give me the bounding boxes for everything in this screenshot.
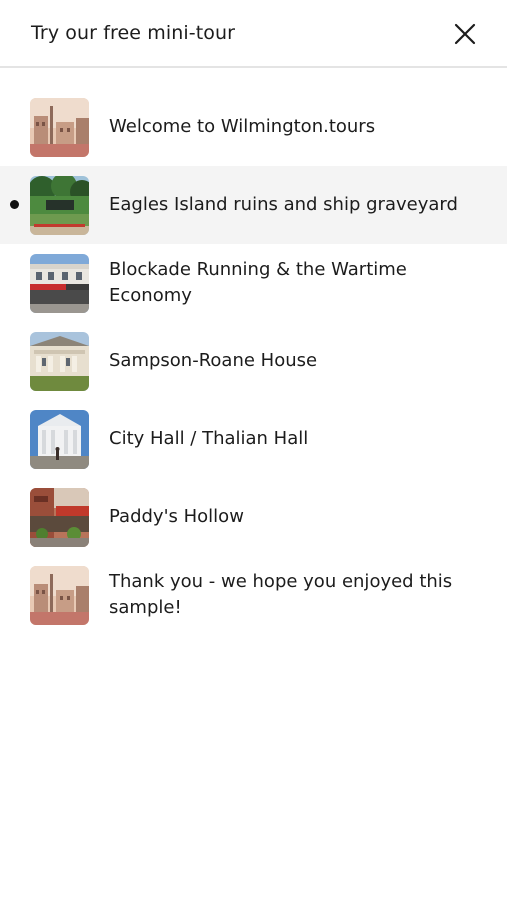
tour-stop-item[interactable]: Paddy's Hollow <box>0 478 507 556</box>
tour-header: Try our free mini-tour <box>0 0 507 68</box>
stop-thumbnail <box>30 254 89 313</box>
stop-title: Eagles Island ruins and ship graveyard <box>109 194 458 215</box>
stop-title: City Hall / Thalian Hall <box>109 428 309 449</box>
current-stop-indicator <box>10 200 19 209</box>
stop-thumbnail <box>30 332 89 391</box>
stop-thumbnail <box>30 176 89 235</box>
stop-thumbnail <box>30 566 89 625</box>
tour-stop-list: Welcome to Wilmington.tours Eagles Islan… <box>0 88 507 634</box>
tour-stop-item[interactable]: Sampson-Roane House <box>0 322 507 400</box>
stop-thumbnail <box>30 98 89 157</box>
stop-title: Welcome to Wilmington.tours <box>109 116 376 137</box>
tour-stop-item-active[interactable]: Eagles Island ruins and ship graveyard <box>0 166 507 244</box>
close-button[interactable] <box>448 16 482 52</box>
stop-thumbnail <box>30 410 89 469</box>
stop-thumbnail <box>30 488 89 547</box>
stop-title: Paddy's Hollow <box>109 506 244 527</box>
close-icon <box>454 23 476 45</box>
tour-stop-item[interactable]: Thank you - we hope you enjoyed this sam… <box>0 556 507 634</box>
stop-title: Thank you - we hope you enjoyed this sam… <box>109 571 453 618</box>
tour-stop-item[interactable]: Welcome to Wilmington.tours <box>0 88 507 166</box>
stop-title: Sampson-Roane House <box>109 350 318 371</box>
stop-title: Blockade Running & the Wartime Economy <box>109 259 407 306</box>
tour-stop-item[interactable]: Blockade Running & the Wartime Economy <box>0 244 507 322</box>
tour-stop-item[interactable]: City Hall / Thalian Hall <box>0 400 507 478</box>
header-title: Try our free mini-tour <box>31 22 236 44</box>
